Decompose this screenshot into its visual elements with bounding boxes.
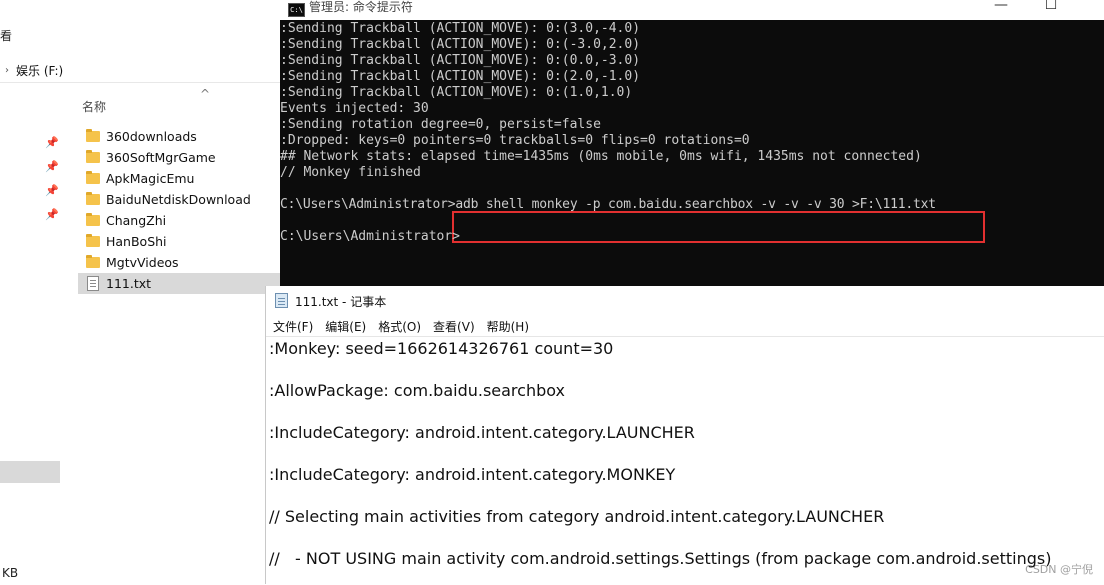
ribbon-view-tab[interactable]: 看: [0, 27, 12, 44]
folder-icon: [86, 234, 100, 247]
cmd-icon: C:\: [288, 3, 305, 17]
file-row[interactable]: HanBoShi: [78, 231, 280, 252]
file-name: HanBoShi: [106, 234, 167, 249]
status-size-text: KB: [2, 566, 19, 580]
notepad-text-line: :IncludeCategory: android.intent.categor…: [269, 423, 695, 442]
file-row[interactable]: ChangZhi: [78, 210, 280, 231]
console-output[interactable]: :Sending Trackball (ACTION_MOVE): 0:(3.0…: [280, 21, 1104, 286]
file-row[interactable]: BaiduNetdiskDownload: [78, 189, 280, 210]
pin-icon[interactable]: 📌: [44, 208, 60, 232]
console-line: :Sending Trackball (ACTION_MOVE): 0:(-3.…: [280, 37, 641, 52]
notepad-menubar: 文件(F) 编辑(E) 格式(O) 查看(V) 帮助(H): [266, 316, 1104, 336]
file-row[interactable]: 111.txt: [78, 273, 280, 294]
menu-edit[interactable]: 编辑(E): [319, 318, 372, 335]
console-titlebar[interactable]: C:\ 管理员: 命令提示符 — ☐: [280, 0, 1104, 20]
pin-icon[interactable]: 📌: [44, 160, 60, 184]
menu-format[interactable]: 格式(O): [372, 318, 427, 335]
notepad-titlebar[interactable]: 111.txt - 记事本: [266, 286, 1104, 315]
chevron-right-icon: ›: [5, 64, 9, 76]
file-name: BaiduNetdiskDownload: [106, 192, 251, 207]
folder-icon: [86, 213, 100, 226]
address-bar[interactable]: › 娱乐 (F:): [0, 58, 280, 83]
file-row[interactable]: MgtvVideos: [78, 252, 280, 273]
file-row[interactable]: 360SoftMgrGame: [78, 147, 280, 168]
folder-icon: [86, 150, 100, 163]
file-list: 360downloads 360SoftMgrGame ApkMagicEmu Bai…: [78, 126, 280, 294]
column-header-name[interactable]: 名称: [82, 98, 106, 115]
file-name: MgtvVideos: [106, 255, 179, 270]
menu-view[interactable]: 查看(V): [427, 318, 481, 335]
console-line: Events injected: 30: [280, 101, 429, 116]
notepad-text-line: :AllowPackage: com.baidu.searchbox: [269, 381, 566, 400]
file-name: 360SoftMgrGame: [106, 150, 216, 165]
folder-icon: [86, 129, 100, 142]
command-prompt-window: C:\ 管理员: 命令提示符 — ☐ :Sending Trackball (A…: [280, 0, 1104, 286]
nav-selected-item[interactable]: [0, 461, 60, 483]
sort-ascending-icon[interactable]: ^: [200, 87, 210, 101]
notepad-text-line: // Selecting main activities from catego…: [269, 507, 885, 526]
notepad-text-line: // - NOT USING main activity com.android…: [269, 549, 1052, 568]
file-row[interactable]: ApkMagicEmu: [78, 168, 280, 189]
console-line: :Sending Trackball (ACTION_MOVE): 0:(1.0…: [280, 85, 633, 100]
console-line: :Sending Trackball (ACTION_MOVE): 0:(3.0…: [280, 21, 641, 36]
folder-icon: [86, 171, 100, 184]
address-label: 娱乐 (F:): [16, 63, 64, 78]
minimize-button[interactable]: —: [978, 0, 1024, 15]
text-file-icon: [87, 276, 99, 291]
console-line: ## Network stats: elapsed time=1435ms (0…: [280, 149, 922, 164]
console-line: :Sending Trackball (ACTION_MOVE): 0:(2.0…: [280, 69, 641, 84]
file-name: ApkMagicEmu: [106, 171, 195, 186]
notepad-icon: [275, 293, 288, 308]
folder-icon: [86, 255, 100, 268]
maximize-button[interactable]: ☐: [1028, 0, 1074, 15]
file-name: ChangZhi: [106, 213, 167, 228]
menu-help[interactable]: 帮助(H): [481, 318, 535, 335]
menu-file[interactable]: 文件(F): [266, 318, 319, 335]
notepad-window: 111.txt - 记事本 文件(F) 编辑(E) 格式(O) 查看(V) 帮助(H) …: [265, 286, 1104, 584]
pin-icon[interactable]: 📌: [44, 136, 60, 160]
command-highlight-box: [452, 211, 985, 243]
file-name: 360downloads: [106, 129, 197, 144]
console-line: :Sending rotation degree=0, persist=fals…: [280, 117, 601, 132]
notepad-text-line: :Monkey: seed=1662614326761 count=30: [269, 339, 614, 358]
folder-icon: [86, 192, 100, 205]
file-row[interactable]: 360downloads: [78, 126, 280, 147]
quick-access-pins: 📌 📌 📌 📌: [44, 136, 60, 232]
console-line: :Dropped: keys=0 pointers=0 trackballs=0…: [280, 133, 750, 148]
pin-icon[interactable]: 📌: [44, 184, 60, 208]
file-name: 111.txt: [106, 276, 152, 291]
console-title: 管理员: 命令提示符: [309, 0, 413, 14]
file-list-pane: ^ 名称 360downloads 360SoftMgrGame ApkMagicE…: [78, 87, 280, 584]
file-explorer-window: 看 › 娱乐 (F:) KB 📌 📌 📌 📌 ^ 名称 360downloads…: [0, 0, 280, 584]
console-line: :Sending Trackball (ACTION_MOVE): 0:(0.0…: [280, 53, 641, 68]
console-prompt-line: C:\Users\Administrator>: [280, 229, 461, 244]
console-line: // Monkey finished: [280, 165, 421, 180]
notepad-text-line: :IncludeCategory: android.intent.categor…: [269, 465, 676, 484]
notepad-title: 111.txt - 记事本: [295, 295, 387, 309]
notepad-text-area[interactable]: CSDN @宁倪 :Monkey: seed=1662614326761 cou…: [266, 336, 1104, 585]
console-command-line: C:\Users\Administrator>adb shell monkey …: [280, 197, 936, 212]
